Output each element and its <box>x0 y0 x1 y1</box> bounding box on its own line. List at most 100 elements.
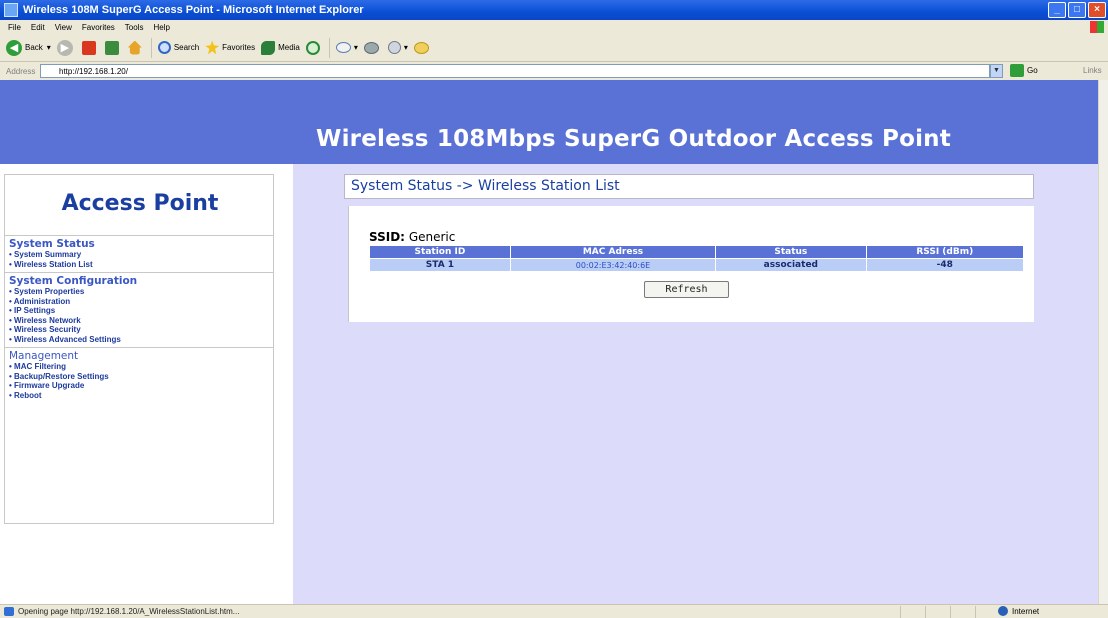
nav-item-wireless-advanced-settings[interactable]: Wireless Advanced Settings <box>9 335 273 345</box>
search-icon <box>157 41 171 54</box>
cell-status: associated <box>715 258 867 272</box>
ssid-line: SSID: Generic <box>369 230 455 244</box>
refresh-button[interactable]: Refresh <box>644 281 729 298</box>
menu-bar: File Edit View Favorites Tools Help <box>0 20 1108 34</box>
home-icon <box>127 40 142 55</box>
toolbar-separator <box>150 37 152 58</box>
toolbar-separator <box>328 37 330 58</box>
nav-section-system-configuration: System Configuration System Properties A… <box>5 272 273 344</box>
window-controls: _ □ × <box>1048 2 1106 18</box>
go-button[interactable]: Go <box>1010 64 1038 77</box>
mail-button[interactable]: ▾ <box>335 42 358 53</box>
status-text: Opening page http://192.168.1.20/A_Wirel… <box>18 607 240 616</box>
table-row: STA 1 00:02:E3:42:40:6E associated -48 <box>369 258 1025 272</box>
nav-item-system-summary[interactable]: System Summary <box>9 250 273 260</box>
security-zone: Internet <box>998 606 1039 616</box>
media-icon <box>261 40 276 55</box>
menu-tools[interactable]: Tools <box>125 23 144 32</box>
minimize-button[interactable]: _ <box>1048 2 1066 18</box>
stop-icon <box>81 40 96 55</box>
folder-button[interactable] <box>413 41 432 54</box>
sidebar-brand: Access Point <box>61 191 219 216</box>
nav-item-mac-filtering[interactable]: MAC Filtering <box>9 362 273 372</box>
nav-item-system-properties[interactable]: System Properties <box>9 287 273 297</box>
history-button[interactable] <box>305 40 323 55</box>
left-panel: Access Point System Status System Summar… <box>0 164 293 604</box>
vertical-scrollbar[interactable] <box>1098 80 1108 604</box>
media-label: Media <box>278 43 300 52</box>
main-content: System Status -> Wireless Station List S… <box>293 164 1098 604</box>
go-label: Go <box>1027 66 1038 75</box>
nav-heading-system-configuration: System Configuration <box>9 275 138 287</box>
banner-title: Wireless 108Mbps SuperG Outdoor Access P… <box>316 126 951 152</box>
ssid-value: Generic <box>408 230 456 244</box>
stop-button[interactable] <box>81 40 99 55</box>
history-icon <box>305 40 320 55</box>
nav-item-backup-restore[interactable]: Backup/Restore Settings <box>9 372 273 382</box>
nav-item-wireless-station-list[interactable]: Wireless Station List <box>9 260 273 270</box>
forward-arrow-icon: ▶ <box>56 39 73 56</box>
browser-toolbar: ◀ Back ▾ ▶ Search Favorites Media ▾ ▾ <box>0 34 1108 62</box>
printer-icon <box>363 41 379 54</box>
sidebar-nav: Access Point System Status System Summar… <box>4 174 274 524</box>
station-table: Station ID MAC Adress Status RSSI (dBm) … <box>369 245 1025 272</box>
links-button[interactable]: Links <box>1083 66 1102 75</box>
address-input[interactable] <box>40 64 990 78</box>
address-label: Address <box>6 66 36 76</box>
mail-icon <box>335 42 351 53</box>
folder-icon <box>413 41 429 54</box>
favorites-button[interactable]: Favorites <box>205 40 256 55</box>
page-banner: Wireless 108Mbps SuperG Outdoor Access P… <box>0 80 1098 164</box>
search-label: Search <box>173 43 200 52</box>
home-button[interactable] <box>127 40 145 55</box>
nav-item-firmware-upgrade[interactable]: Firmware Upgrade <box>9 381 273 391</box>
address-bar: Address ▼ Go Links <box>0 62 1108 80</box>
star-icon <box>205 40 220 55</box>
edit-icon <box>387 41 401 54</box>
col-mac-address: MAC Adress <box>509 245 717 259</box>
nav-section-management: Management MAC Filtering Backup/Restore … <box>5 347 273 400</box>
media-button[interactable]: Media <box>261 40 300 55</box>
search-button[interactable]: Search <box>157 41 200 54</box>
col-rssi: RSSI (dBm) <box>865 245 1025 259</box>
menu-edit[interactable]: Edit <box>31 23 45 32</box>
back-arrow-icon: ◀ <box>6 39 22 56</box>
menu-help[interactable]: Help <box>153 23 169 32</box>
nav-item-reboot[interactable]: Reboot <box>9 391 273 401</box>
zone-label: Internet <box>1012 606 1040 616</box>
status-divider <box>900 606 901 618</box>
status-divider <box>975 606 976 618</box>
nav-item-wireless-security[interactable]: Wireless Security <box>9 325 273 335</box>
favorites-label: Favorites <box>222 43 256 52</box>
window-title: Wireless 108M SuperG Access Point - Micr… <box>23 4 364 16</box>
nav-item-ip-settings[interactable]: IP Settings <box>9 306 273 316</box>
close-button[interactable]: × <box>1088 2 1106 18</box>
back-label: Back <box>25 43 43 52</box>
menu-favorites[interactable]: Favorites <box>82 23 115 32</box>
status-divider <box>925 606 926 618</box>
go-arrow-icon <box>1010 64 1024 77</box>
address-dropdown-button[interactable]: ▼ <box>990 64 1003 78</box>
loading-page-icon <box>4 607 14 616</box>
col-status: Status <box>715 245 867 259</box>
status-divider <box>950 606 951 618</box>
edit-button[interactable]: ▾ <box>387 41 408 54</box>
forward-button[interactable]: ▶ <box>56 39 76 56</box>
window-title-bar[interactable]: Wireless 108M SuperG Access Point - Micr… <box>0 0 1108 20</box>
station-list-panel: SSID: Generic Station ID MAC Adress Stat… <box>348 206 1034 322</box>
ssid-label: SSID: <box>369 230 405 244</box>
ie-app-icon <box>4 3 18 17</box>
page-heading: System Status -> Wireless Station List <box>344 174 1034 199</box>
cell-rssi: -48 <box>865 258 1025 272</box>
menu-view[interactable]: View <box>55 23 72 32</box>
refresh-page-button[interactable] <box>104 40 122 55</box>
status-bar: Opening page http://192.168.1.20/A_Wirel… <box>0 604 1108 618</box>
print-button[interactable] <box>363 41 382 54</box>
nav-item-administration[interactable]: Administration <box>9 297 273 307</box>
maximize-button[interactable]: □ <box>1068 2 1086 18</box>
nav-item-wireless-network[interactable]: Wireless Network <box>9 316 273 326</box>
menu-file[interactable]: File <box>8 23 21 32</box>
cell-station-id: STA 1 <box>369 258 511 272</box>
back-button[interactable]: ◀ Back ▾ <box>6 39 51 56</box>
nav-heading-management: Management <box>9 350 79 362</box>
